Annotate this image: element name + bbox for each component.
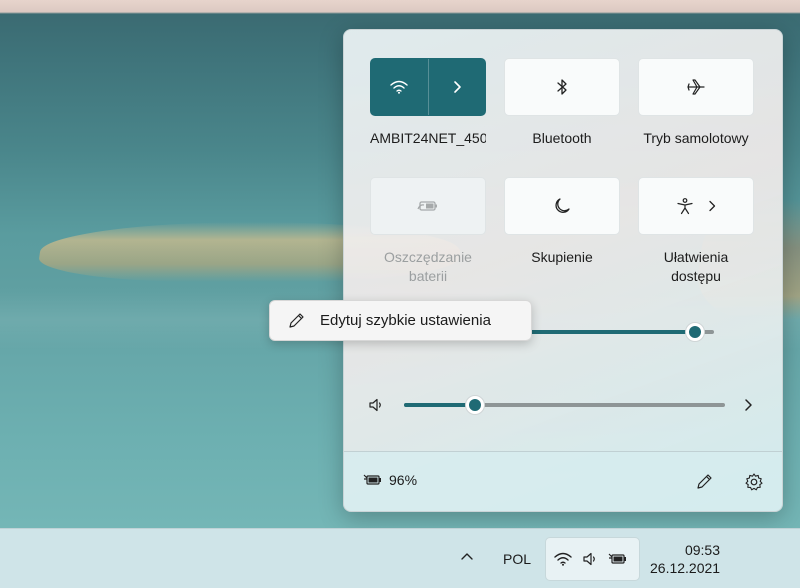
airplane-tile-group: Tryb samolotowy [638,58,754,148]
edit-quick-settings-button[interactable] [694,472,714,492]
chevron-up-icon [460,551,474,561]
battery-charging-icon [608,551,628,567]
accessibility-tile-label: Ułatwienia dostępu [663,249,729,284]
focus-tile-group: Skupienie [504,177,620,267]
clock-date: 26.12.2021 [650,560,721,576]
chevron-right-icon [708,200,716,212]
gear-icon [744,472,764,492]
moon-icon [553,197,571,215]
airplane-mode-tile[interactable] [638,58,754,116]
wifi-icon [554,552,572,566]
show-hidden-icons-button[interactable] [460,551,474,561]
airplane-icon [686,78,706,96]
wifi-toggle[interactable] [371,59,428,115]
pencil-icon [694,472,714,492]
focus-assist-tile[interactable] [504,177,620,235]
bluetooth-icon [556,78,568,96]
tooltip-text: Edytuj szybkie ustawienia [320,312,491,329]
audio-output-button[interactable] [743,398,753,412]
battery-saver-tile-label: Oszczędzanie baterii [384,249,472,284]
battery-charging-icon [363,472,383,488]
chevron-right-icon [452,80,462,94]
accessibility-tile[interactable] [638,177,754,235]
speaker-icon [582,551,598,567]
bluetooth-tile-label: Bluetooth [532,130,592,146]
edit-quick-settings-tooltip: Edytuj szybkie ustawienia [269,300,532,341]
pencil-icon [286,311,306,331]
wifi-tile-label: AMBIT24NET_4500 [370,130,486,146]
chevron-right-icon [743,398,753,412]
wifi-tile[interactable] [370,58,486,116]
wifi-networks-button[interactable] [427,59,485,115]
clock[interactable]: 09:53 26.12.2021 [650,541,720,577]
bluetooth-tile[interactable] [504,58,620,116]
battery-saver-tile-group: Oszczędzanie baterii [370,177,486,286]
clock-time: 09:53 [684,542,720,558]
volume-slider[interactable] [404,395,725,415]
volume-icon-wrap[interactable] [368,397,384,413]
accessibility-icon [676,197,694,215]
taskbar: POL 09:53 26.12.2021 [0,528,800,588]
battery-percentage: 96% [389,472,418,488]
quick-settings-panel: AMBIT24NET_4500 Bluetooth Tryb samolotow… [343,29,783,512]
wifi-tile-group: AMBIT24NET_4500 [370,58,486,148]
accessibility-tile-group: Ułatwienia dostępu [638,177,754,286]
quick-settings-footer: 96% [344,451,782,511]
input-language[interactable]: POL [503,551,531,567]
focus-tile-label: Skupienie [531,249,593,265]
system-tray-quick-settings-button[interactable] [545,537,640,581]
wifi-icon [390,80,409,94]
settings-button[interactable] [744,472,764,492]
airplane-tile-label: Tryb samolotowy [643,130,749,146]
battery-saver-tile[interactable] [370,177,486,235]
battery-status[interactable]: 96% [363,472,417,488]
bluetooth-tile-group: Bluetooth [504,58,620,148]
volume-thumb[interactable] [465,395,485,415]
battery-saver-icon [417,199,439,213]
speaker-icon [368,397,384,413]
brightness-thumb[interactable] [685,322,705,342]
